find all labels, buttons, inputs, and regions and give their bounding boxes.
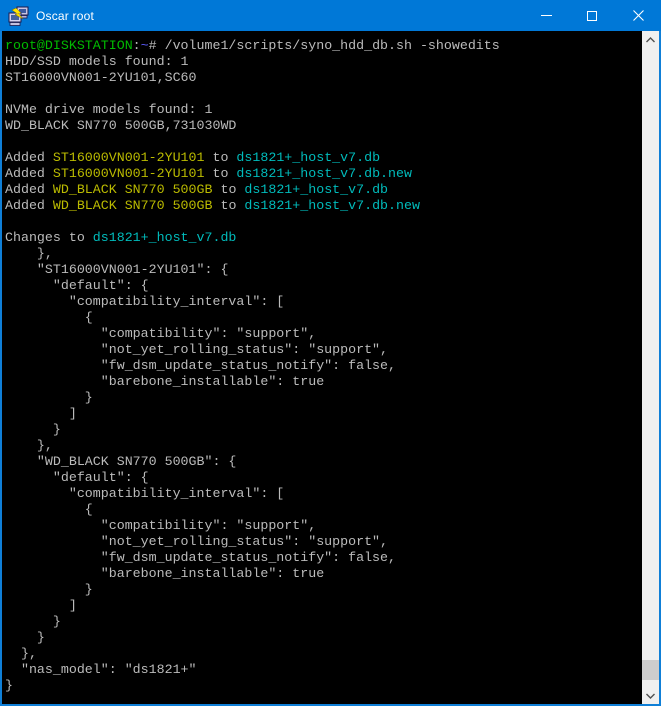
terminal-line: Changes to ds1821+_host_v7.db	[5, 230, 642, 246]
terminal-line: }	[5, 630, 642, 646]
terminal-line: },	[5, 438, 642, 454]
putty-terminal-icon	[8, 6, 30, 26]
terminal-line: }	[5, 614, 642, 630]
scroll-up-button[interactable]	[642, 31, 659, 48]
maximize-button[interactable]	[569, 0, 615, 31]
terminal-line: HDD/SSD models found: 1	[5, 54, 642, 70]
chevron-down-icon	[646, 693, 655, 699]
terminal-line: "fw_dsm_update_status_notify": false,	[5, 550, 642, 566]
terminal-line: "not_yet_rolling_status": "support",	[5, 534, 642, 550]
terminal-line: },	[5, 646, 642, 662]
terminal-line: "WD_BLACK SN770 500GB": {	[5, 454, 642, 470]
terminal-line: "barebone_installable": true	[5, 566, 642, 582]
terminal-line: "compatibility_interval": [	[5, 294, 642, 310]
terminal-line: "compatibility": "support",	[5, 326, 642, 342]
terminal-line: }	[5, 582, 642, 598]
terminal-line: "not_yet_rolling_status": "support",	[5, 342, 642, 358]
caption-buttons	[523, 0, 661, 31]
terminal-line: NVMe drive models found: 1	[5, 102, 642, 118]
scroll-down-button[interactable]	[642, 687, 659, 704]
chevron-up-icon	[646, 37, 655, 43]
window-title: Oscar root	[36, 9, 94, 23]
terminal-line: WD_BLACK SN770 500GB,731030WD	[5, 118, 642, 134]
terminal-line: "nas_model": "ds1821+"	[5, 662, 642, 678]
window-client-area: root@DISKSTATION:~# /volume1/scripts/syn…	[0, 31, 661, 706]
close-icon	[633, 10, 644, 21]
terminal-line: Added ST16000VN001-2YU101 to ds1821+_hos…	[5, 150, 642, 166]
terminal-screen[interactable]: root@DISKSTATION:~# /volume1/scripts/syn…	[2, 31, 642, 704]
scrollbar[interactable]	[642, 31, 659, 704]
putty-window: Oscar root root@DISKSTATION:~# /volume1/…	[0, 0, 661, 706]
terminal-line	[5, 86, 642, 102]
terminal-line: }	[5, 422, 642, 438]
maximize-icon	[587, 11, 597, 21]
terminal-line: }	[5, 678, 642, 694]
scrollbar-thumb[interactable]	[642, 660, 659, 680]
minimize-button[interactable]	[523, 0, 569, 31]
terminal-line	[5, 214, 642, 230]
terminal-line: ]	[5, 598, 642, 614]
titlebar[interactable]: Oscar root	[0, 0, 661, 31]
terminal-line: Added ST16000VN001-2YU101 to ds1821+_hos…	[5, 166, 642, 182]
terminal-line	[5, 134, 642, 150]
terminal-line: ]	[5, 406, 642, 422]
terminal-line: "default": {	[5, 278, 642, 294]
minimize-icon	[541, 15, 552, 16]
terminal-line: }	[5, 390, 642, 406]
terminal-line: Added WD_BLACK SN770 500GB to ds1821+_ho…	[5, 182, 642, 198]
terminal-line: "barebone_installable": true	[5, 374, 642, 390]
terminal-line: "compatibility": "support",	[5, 518, 642, 534]
terminal-line: root@DISKSTATION:~# /volume1/scripts/syn…	[5, 38, 642, 54]
terminal-line: },	[5, 246, 642, 262]
close-button[interactable]	[615, 0, 661, 31]
terminal-line: "compatibility_interval": [	[5, 486, 642, 502]
terminal-line: Added WD_BLACK SN770 500GB to ds1821+_ho…	[5, 198, 642, 214]
terminal-line: {	[5, 310, 642, 326]
terminal-line: ST16000VN001-2YU101,SC60	[5, 70, 642, 86]
terminal-line: "fw_dsm_update_status_notify": false,	[5, 358, 642, 374]
terminal-line: "default": {	[5, 470, 642, 486]
terminal-line: "ST16000VN001-2YU101": {	[5, 262, 642, 278]
terminal-line: {	[5, 502, 642, 518]
